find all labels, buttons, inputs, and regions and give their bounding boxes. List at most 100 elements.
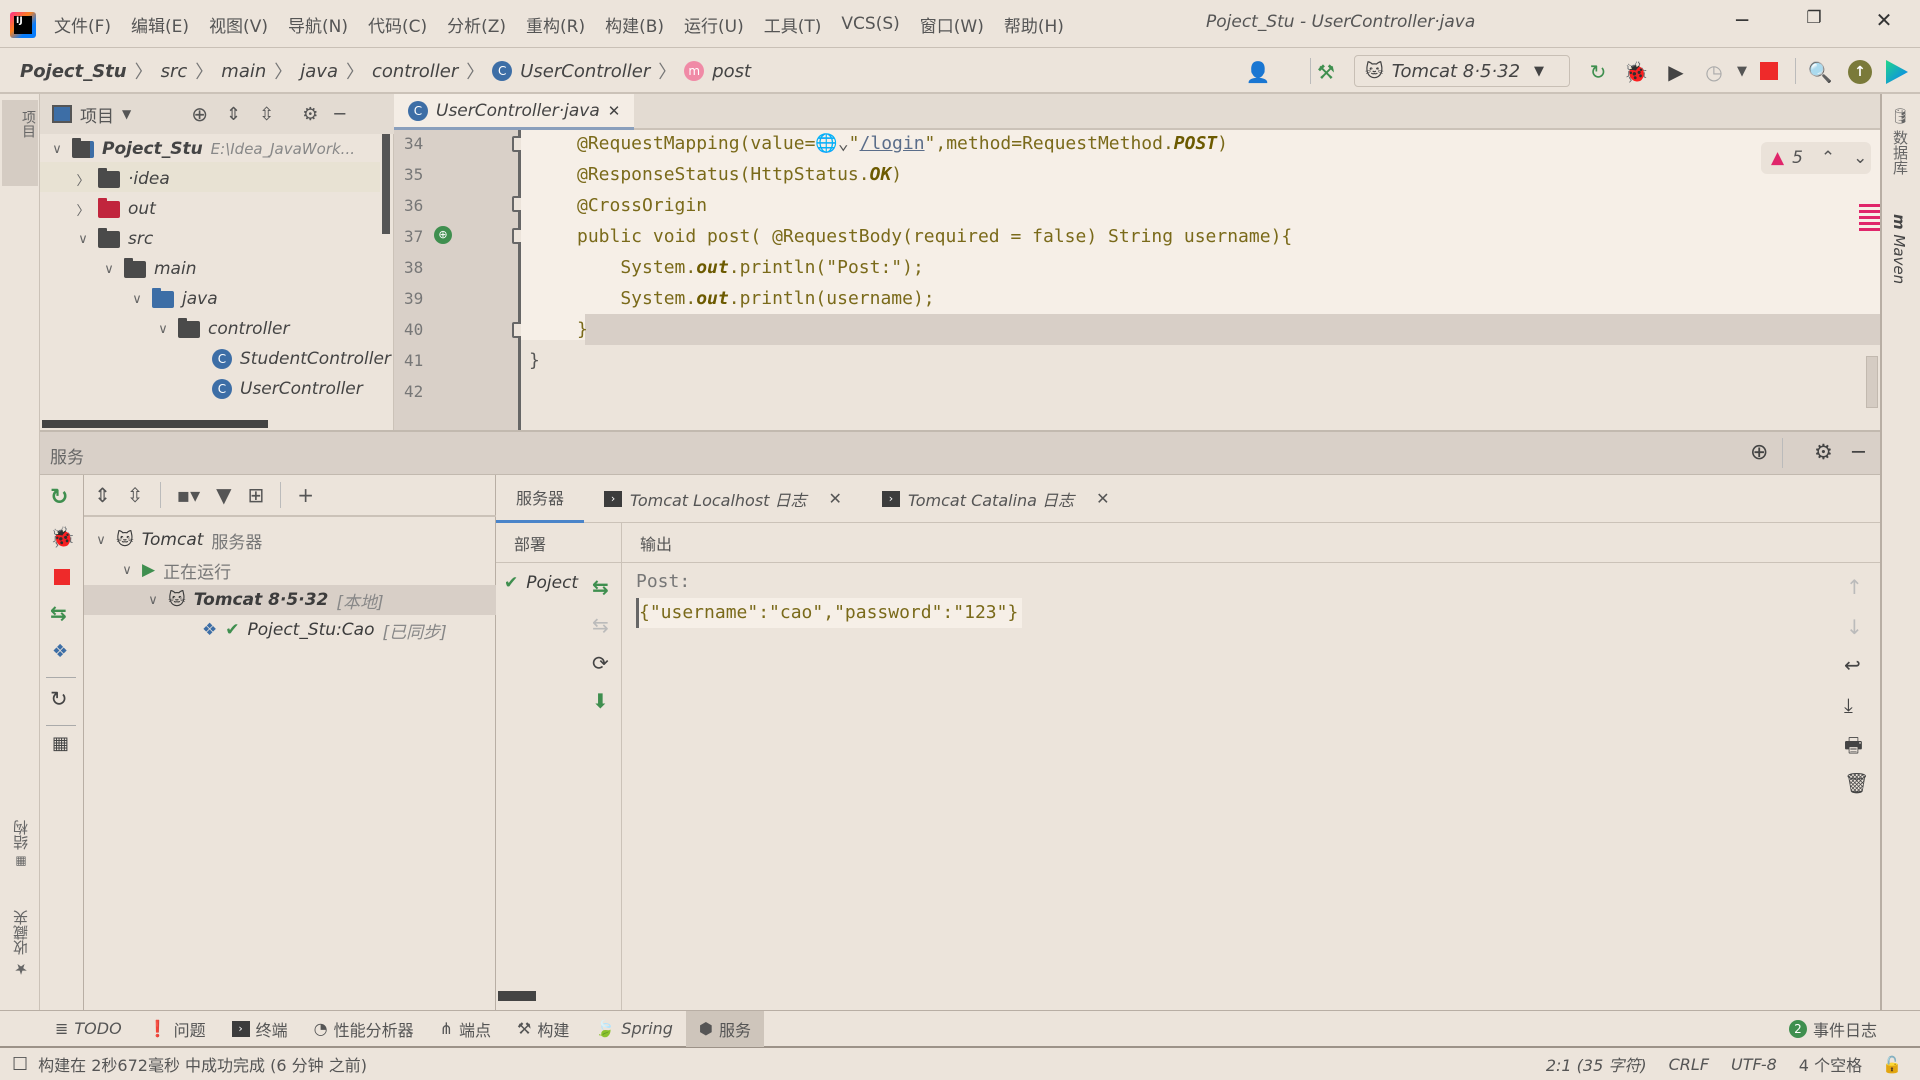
rerun-icon[interactable]: ↻ xyxy=(1584,59,1612,85)
collapse-all-icon[interactable]: ⇳ xyxy=(259,104,274,125)
run-with-coverage-icon[interactable]: ▶ xyxy=(1662,59,1690,85)
tree-item-project-root[interactable]: ∨ Poject_Stu E:\Idea_JavaWork... xyxy=(50,134,355,164)
lock-icon[interactable]: 🔓 xyxy=(1882,1055,1902,1074)
stop-icon[interactable] xyxy=(54,569,70,585)
indent-setting[interactable]: 4 个空格 xyxy=(1799,1052,1862,1076)
hide-panel-icon[interactable]: ─ xyxy=(334,104,345,125)
tree-item-main[interactable]: ∨ main xyxy=(102,254,196,284)
tool-window-structure-tab[interactable]: ▦ 结构 xyxy=(10,820,31,869)
tree-item-out[interactable]: 〉 out xyxy=(76,194,156,224)
gear-icon[interactable]: ⚙ xyxy=(1814,440,1833,464)
file-encoding[interactable]: UTF-8 xyxy=(1731,1055,1777,1074)
tree-item-src[interactable]: ∨ src xyxy=(76,224,153,254)
update-icon[interactable]: ↑ xyxy=(1848,60,1872,84)
tree-item-controller[interactable]: ∨ controller xyxy=(156,314,289,344)
toggle-tool-windows-icon[interactable]: ☐ xyxy=(12,1054,28,1075)
inspection-widget[interactable]: ▲ 5 ⌃ ⌄ xyxy=(1761,142,1871,174)
close-tab-icon[interactable]: ✕ xyxy=(829,489,842,508)
filter-icon[interactable]: ▼ xyxy=(216,483,231,507)
breadcrumb-main[interactable]: main xyxy=(221,61,266,82)
build-hammer-icon[interactable]: ⚒ xyxy=(1312,59,1340,85)
menu-analyze[interactable]: 分析(Z) xyxy=(447,12,506,37)
previous-problem-icon[interactable]: ⌃ xyxy=(1821,148,1835,168)
print-icon[interactable]: 🖶 xyxy=(1844,731,1863,765)
tab-services[interactable]: ⬢ 服务 xyxy=(685,1010,764,1047)
menu-file[interactable]: 文件(F) xyxy=(54,12,111,37)
tab-server[interactable]: 服务器 xyxy=(496,475,585,523)
breadcrumb-method[interactable]: post xyxy=(712,61,751,82)
tree-item-tomcat-instance[interactable]: ∨ 🐱 Tomcat 8·5·32 [本地] xyxy=(84,585,496,615)
menu-build[interactable]: 构建(B) xyxy=(605,12,664,37)
tab-todo[interactable]: ≣ TODO xyxy=(42,1011,135,1047)
endpoint-gutter-icon[interactable]: ⊕ xyxy=(434,226,452,244)
menu-refactor[interactable]: 重构(R) xyxy=(526,12,585,37)
gear-icon[interactable]: ⚙ xyxy=(302,104,318,125)
horizontal-scrollbar[interactable] xyxy=(498,991,536,1001)
menu-tools[interactable]: 工具(T) xyxy=(764,12,822,37)
scroll-to-end-icon[interactable]: ⤓ xyxy=(1844,693,1853,717)
tool-window-project-tab[interactable]: 项目 xyxy=(2,100,38,186)
next-problem-icon[interactable]: ⌄ xyxy=(1853,148,1867,168)
close-window-button[interactable]: ✕ xyxy=(1864,8,1904,40)
layout-icon[interactable]: ▦ xyxy=(52,733,69,754)
horizontal-scrollbar[interactable] xyxy=(42,420,268,428)
tree-item-java[interactable]: ∨ java xyxy=(130,284,218,314)
stop-icon[interactable] xyxy=(1760,62,1778,80)
debug-icon[interactable]: 🐞 xyxy=(1622,59,1650,85)
tab-spring[interactable]: 🍃 Spring xyxy=(582,1011,686,1047)
menu-window[interactable]: 窗口(W) xyxy=(920,12,984,37)
tool-window-favorites-tab[interactable]: ★ 收藏夹 xyxy=(10,910,31,978)
tree-item-running[interactable]: ∨ ▶ 正在运行 xyxy=(84,555,496,585)
tab-problems[interactable]: ❗ 问题 xyxy=(135,1011,219,1047)
breadcrumb-src[interactable]: src xyxy=(161,61,188,82)
editor-scrollbar[interactable] xyxy=(1866,356,1878,408)
group-by-icon[interactable]: ▪▾ xyxy=(177,483,201,507)
editor-tab-usercontroller[interactable]: C UserController·java ✕ xyxy=(394,94,634,130)
error-stripe-markers[interactable] xyxy=(1859,204,1881,234)
menu-code[interactable]: 代码(C) xyxy=(368,12,427,37)
refresh-icon[interactable]: ↻ xyxy=(50,687,68,711)
line-separator[interactable]: CRLF xyxy=(1669,1055,1709,1074)
profile-icon[interactable]: ◷ xyxy=(1700,59,1728,85)
close-tab-icon[interactable]: ✕ xyxy=(1096,489,1109,508)
tab-terminal[interactable]: › 终端 xyxy=(219,1011,301,1047)
status-message[interactable]: 构建在 2秒672毫秒 中成功完成 (6 分钟 之前) xyxy=(38,1052,367,1076)
search-icon[interactable]: 🔍 xyxy=(1806,59,1834,85)
minimize-button[interactable]: ─ xyxy=(1722,8,1762,40)
breadcrumb-controller[interactable]: controller xyxy=(372,61,458,82)
tab-tomcat-catalina-log[interactable]: › Tomcat Catalina 日志 ✕ xyxy=(862,475,1130,523)
deploy-icon[interactable]: ❖ xyxy=(52,641,68,662)
tree-item-tomcat-server[interactable]: ∨ 🐱 Tomcat 服务器 xyxy=(84,525,496,555)
tab-profiler[interactable]: ◔ 性能分析器 xyxy=(301,1011,427,1047)
new-tab-icon[interactable]: ⊞ xyxy=(248,483,265,507)
breadcrumb-java[interactable]: java xyxy=(300,61,338,82)
close-tab-icon[interactable]: ✕ xyxy=(608,102,621,120)
more-run-chevron-icon[interactable]: ▼ xyxy=(1728,59,1756,85)
rerun-icon[interactable]: ↻ xyxy=(50,485,68,510)
event-log-button[interactable]: 2 事件日志 xyxy=(1776,1011,1890,1047)
add-service-icon[interactable]: + xyxy=(297,483,314,507)
deployment-item[interactable]: ✔ Poject xyxy=(504,573,578,593)
breadcrumb-class[interactable]: UserController xyxy=(520,61,650,82)
update-deployment-icon[interactable]: ⇆ xyxy=(592,575,609,599)
tab-tomcat-localhost-log[interactable]: › Tomcat Localhost 日志 ✕ xyxy=(584,475,862,523)
toolbox-icon[interactable] xyxy=(1886,60,1908,84)
run-configuration-dropdown[interactable]: 🐱 Tomcat 8·5·32 ▼ xyxy=(1354,55,1570,87)
breadcrumb-project[interactable]: Poject_Stu xyxy=(20,61,127,82)
tree-item-idea[interactable]: 〉 ·idea xyxy=(76,164,170,194)
menu-navigate[interactable]: 导航(N) xyxy=(288,12,348,37)
tab-build[interactable]: ⚒ 构建 xyxy=(504,1011,582,1047)
update-deployment-icon[interactable]: ⇆ xyxy=(50,601,67,625)
menu-help[interactable]: 帮助(H) xyxy=(1004,12,1064,37)
collapse-all-icon[interactable]: ⇳ xyxy=(127,483,144,507)
soft-wrap-icon[interactable]: ↩ xyxy=(1844,653,1861,677)
locate-icon[interactable]: ⊕ xyxy=(191,102,208,126)
hide-panel-icon[interactable]: ─ xyxy=(1852,440,1865,464)
chevron-down-icon[interactable]: ▼ xyxy=(122,107,131,121)
caret-position[interactable]: 2:1 (35 字符) xyxy=(1546,1052,1647,1076)
deploy-down-icon[interactable]: ⬇ xyxy=(592,689,609,713)
tab-endpoints[interactable]: ⋔ 端点 xyxy=(427,1011,504,1047)
expand-all-icon[interactable]: ⇕ xyxy=(226,104,241,125)
menu-vcs[interactable]: VCS(S) xyxy=(841,14,899,34)
tool-window-maven-tab[interactable]: m Maven xyxy=(1890,214,1908,284)
